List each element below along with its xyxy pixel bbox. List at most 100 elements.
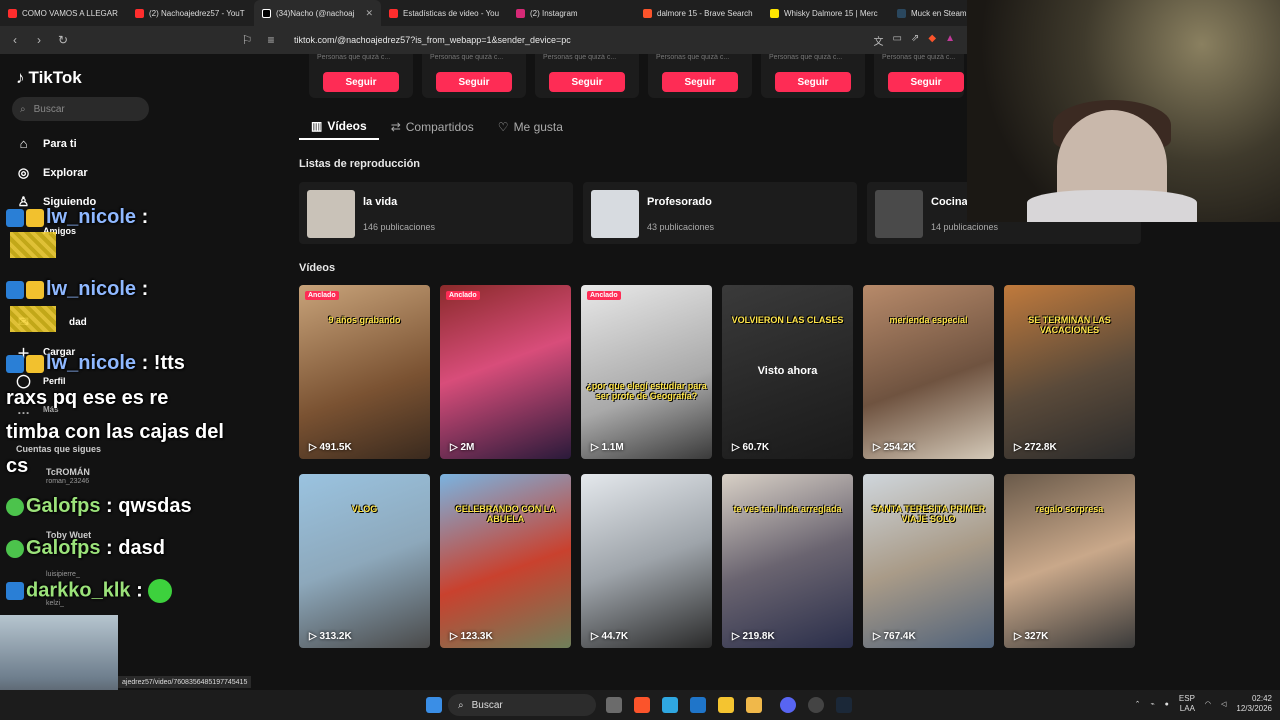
video-card[interactable]: Anclado ▷ 2M xyxy=(440,285,571,459)
rewards-icon[interactable]: ▲ xyxy=(945,33,955,48)
video-card[interactable]: VLOG ▷ 313.2K xyxy=(299,474,430,648)
play-icon: ▷ xyxy=(309,442,320,453)
play-icon: ▷ xyxy=(309,631,320,642)
video-views: ▷ 2M xyxy=(450,442,474,453)
browser-tab[interactable]: dalmore 15 - Brave Search xyxy=(635,0,762,26)
tab-compartidos[interactable]: ⇄ Compartidos xyxy=(379,114,486,140)
reload-icon[interactable]: ↻ xyxy=(56,33,70,47)
browser-tab[interactable]: (2) Instagram xyxy=(508,0,635,26)
suggestion-card: Personas que quizá c... Seguir xyxy=(648,54,752,98)
chevron-up-icon[interactable]: ⌃ xyxy=(1135,700,1141,708)
tab-me-gusta[interactable]: ♡ Me gusta xyxy=(486,114,575,140)
follow-button[interactable]: Seguir xyxy=(549,72,625,92)
cast-icon[interactable]: ▭ xyxy=(893,33,902,48)
video-card[interactable]: CELEBRANDO CON LA ABUELA ▷ 123.3K xyxy=(440,474,571,648)
steam-icon[interactable] xyxy=(836,697,852,713)
mic-icon[interactable]: ● xyxy=(1165,701,1169,708)
video-card[interactable]: VOLVIERON LAS CLASES Visto ahora ▷ 60.7K xyxy=(722,285,853,459)
file-explorer-icon[interactable] xyxy=(746,697,762,713)
emote-icon xyxy=(148,579,173,603)
video-card[interactable]: SE TERMINAN LAS VACACIONES ▷ 272.8K xyxy=(1004,285,1135,459)
video-card[interactable]: regalo sorpresa ▷ 327K xyxy=(1004,474,1135,648)
follow-button[interactable]: Seguir xyxy=(888,72,964,92)
back-icon[interactable]: ‹ xyxy=(8,33,22,47)
browser-tab[interactable]: Estadísticas de video - You xyxy=(381,0,508,26)
watched-label: Visto ahora xyxy=(757,365,818,377)
follow-button[interactable]: Seguir xyxy=(775,72,851,92)
playlist-card[interactable]: la vida 146 publicaciones xyxy=(299,182,573,244)
site-settings-icon[interactable]: ≡ xyxy=(264,33,278,47)
chat-message: Galofps : dasd xyxy=(6,537,165,560)
video-card[interactable]: te ves tan linda arreglada ▷ 219.8K xyxy=(722,474,853,648)
view-count: 60.7K xyxy=(742,442,770,453)
brave-icon[interactable] xyxy=(634,697,650,713)
clock[interactable]: 02:42 12/3/2026 xyxy=(1236,694,1272,714)
system-tray: ⌃ ⌁ ● ESP LAA ◠ ◁ 02:42 12/3/2026 xyxy=(1135,694,1272,714)
following-handle: roman_23246 xyxy=(46,478,90,485)
video-card[interactable]: SANTA TERESITA PRIMER VIAJE SOLO ▷ 767.4K xyxy=(863,474,994,648)
video-overlay-text: ¿por que elegí estudiar para ser profe d… xyxy=(586,381,707,401)
search-input[interactable]: ⌕ Buscar xyxy=(12,97,149,121)
address-toolbar: 文 ▭ ⇗ ◆ ▲ xyxy=(874,33,967,48)
tab-favicon-icon xyxy=(135,8,144,18)
browser-tab[interactable]: Whisky Dalmore 15 | Merc xyxy=(762,0,889,26)
video-card[interactable]: Anclado ¿por que elegí estudiar para ser … xyxy=(581,285,712,459)
video-card[interactable]: merienda especial ▷ 254.2K xyxy=(863,285,994,459)
view-count: 254.2K xyxy=(883,442,916,453)
chat-badge-icon xyxy=(6,280,24,299)
webcam-shirt xyxy=(1027,190,1197,222)
view-count: 272.8K xyxy=(1024,442,1057,453)
following-name[interactable]: TcROMÁN xyxy=(46,467,90,477)
instagram-favicon-icon xyxy=(516,8,525,18)
notepad-icon[interactable] xyxy=(662,697,678,713)
url-field[interactable]: tiktok.com/@nachoajedrez57?is_from_webap… xyxy=(294,30,571,50)
mercado-favicon-icon xyxy=(770,8,779,18)
view-count: 1.1M xyxy=(601,442,624,453)
network-icon[interactable]: ⌁ xyxy=(1150,700,1154,708)
video-overlay-text: regalo sorpresa xyxy=(1035,504,1104,514)
search-icon: ⌕ xyxy=(20,103,26,115)
share-icon[interactable]: ⇗ xyxy=(911,33,919,48)
steam-favicon-icon xyxy=(897,8,906,18)
taskbar: ⌕ Buscar ⌃ ⌁ ● ESP LAA ◠ ◁ 02:42 12/3/2026 xyxy=(0,690,1280,720)
close-tab-icon[interactable]: ✕ xyxy=(365,8,373,19)
follow-button[interactable]: Seguir xyxy=(323,72,399,92)
bookmark-icon[interactable]: ⚐ xyxy=(240,33,254,47)
browser-tab[interactable]: (2) Nachoajedrez57 - YouT xyxy=(127,0,254,26)
play-icon: ▷ xyxy=(450,631,461,642)
taskbar-search[interactable]: ⌕ Buscar xyxy=(448,694,596,716)
chat-badge-icon xyxy=(6,582,24,600)
forward-icon[interactable]: › xyxy=(32,33,46,47)
tiktok-logo[interactable]: ♪ TikTok xyxy=(16,68,82,88)
sidebar-item-para-ti[interactable]: ⌂ Para ti xyxy=(16,136,77,151)
follow-button[interactable]: Seguir xyxy=(662,72,738,92)
tab-videos[interactable]: ▥ Vídeos xyxy=(299,114,379,140)
follow-button[interactable]: Seguir xyxy=(436,72,512,92)
video-views: ▷ 44.7K xyxy=(591,631,628,642)
video-card[interactable]: ▷ 44.7K xyxy=(581,474,712,648)
language-indicator[interactable]: ESP LAA xyxy=(1179,694,1195,714)
profile-tabs: ▥ Vídeos ⇄ Compartidos ♡ Me gusta xyxy=(299,114,575,140)
volume-icon[interactable]: ◁ xyxy=(1221,700,1226,708)
pinned-badge: Anclado xyxy=(305,291,339,300)
play-icon: ▷ xyxy=(591,442,602,453)
browser-tab-active[interactable]: (34)Nacho (@nachoaj ✕ xyxy=(254,0,381,26)
task-view-icon[interactable] xyxy=(606,697,622,713)
translate-icon[interactable]: 文 xyxy=(874,33,884,48)
brave-shield-icon[interactable]: ◆ xyxy=(928,33,936,48)
suggestion-card: Personas que quizá c... Seguir xyxy=(761,54,865,98)
obs-icon[interactable] xyxy=(808,697,824,713)
browser-tab[interactable]: COMO VAMOS A LLEGAR xyxy=(0,0,127,26)
app-icon[interactable] xyxy=(718,697,734,713)
calculator-icon[interactable] xyxy=(690,697,706,713)
wifi-icon[interactable]: ◠ xyxy=(1205,700,1211,708)
video-views: ▷ 327K xyxy=(1014,631,1048,642)
video-card[interactable]: Anclado 9 años grabando ▷ 491.5K xyxy=(299,285,430,459)
chat-badge-icon xyxy=(6,497,24,516)
heart-icon: ♡ xyxy=(497,120,509,134)
windows-start-icon[interactable] xyxy=(426,697,442,713)
discord-icon[interactable] xyxy=(780,697,796,713)
playlist-card[interactable]: Profesorado 43 publicaciones xyxy=(583,182,857,244)
sidebar-item-explorar[interactable]: ◎ Explorar xyxy=(16,165,88,181)
view-count: 2M xyxy=(460,442,475,453)
